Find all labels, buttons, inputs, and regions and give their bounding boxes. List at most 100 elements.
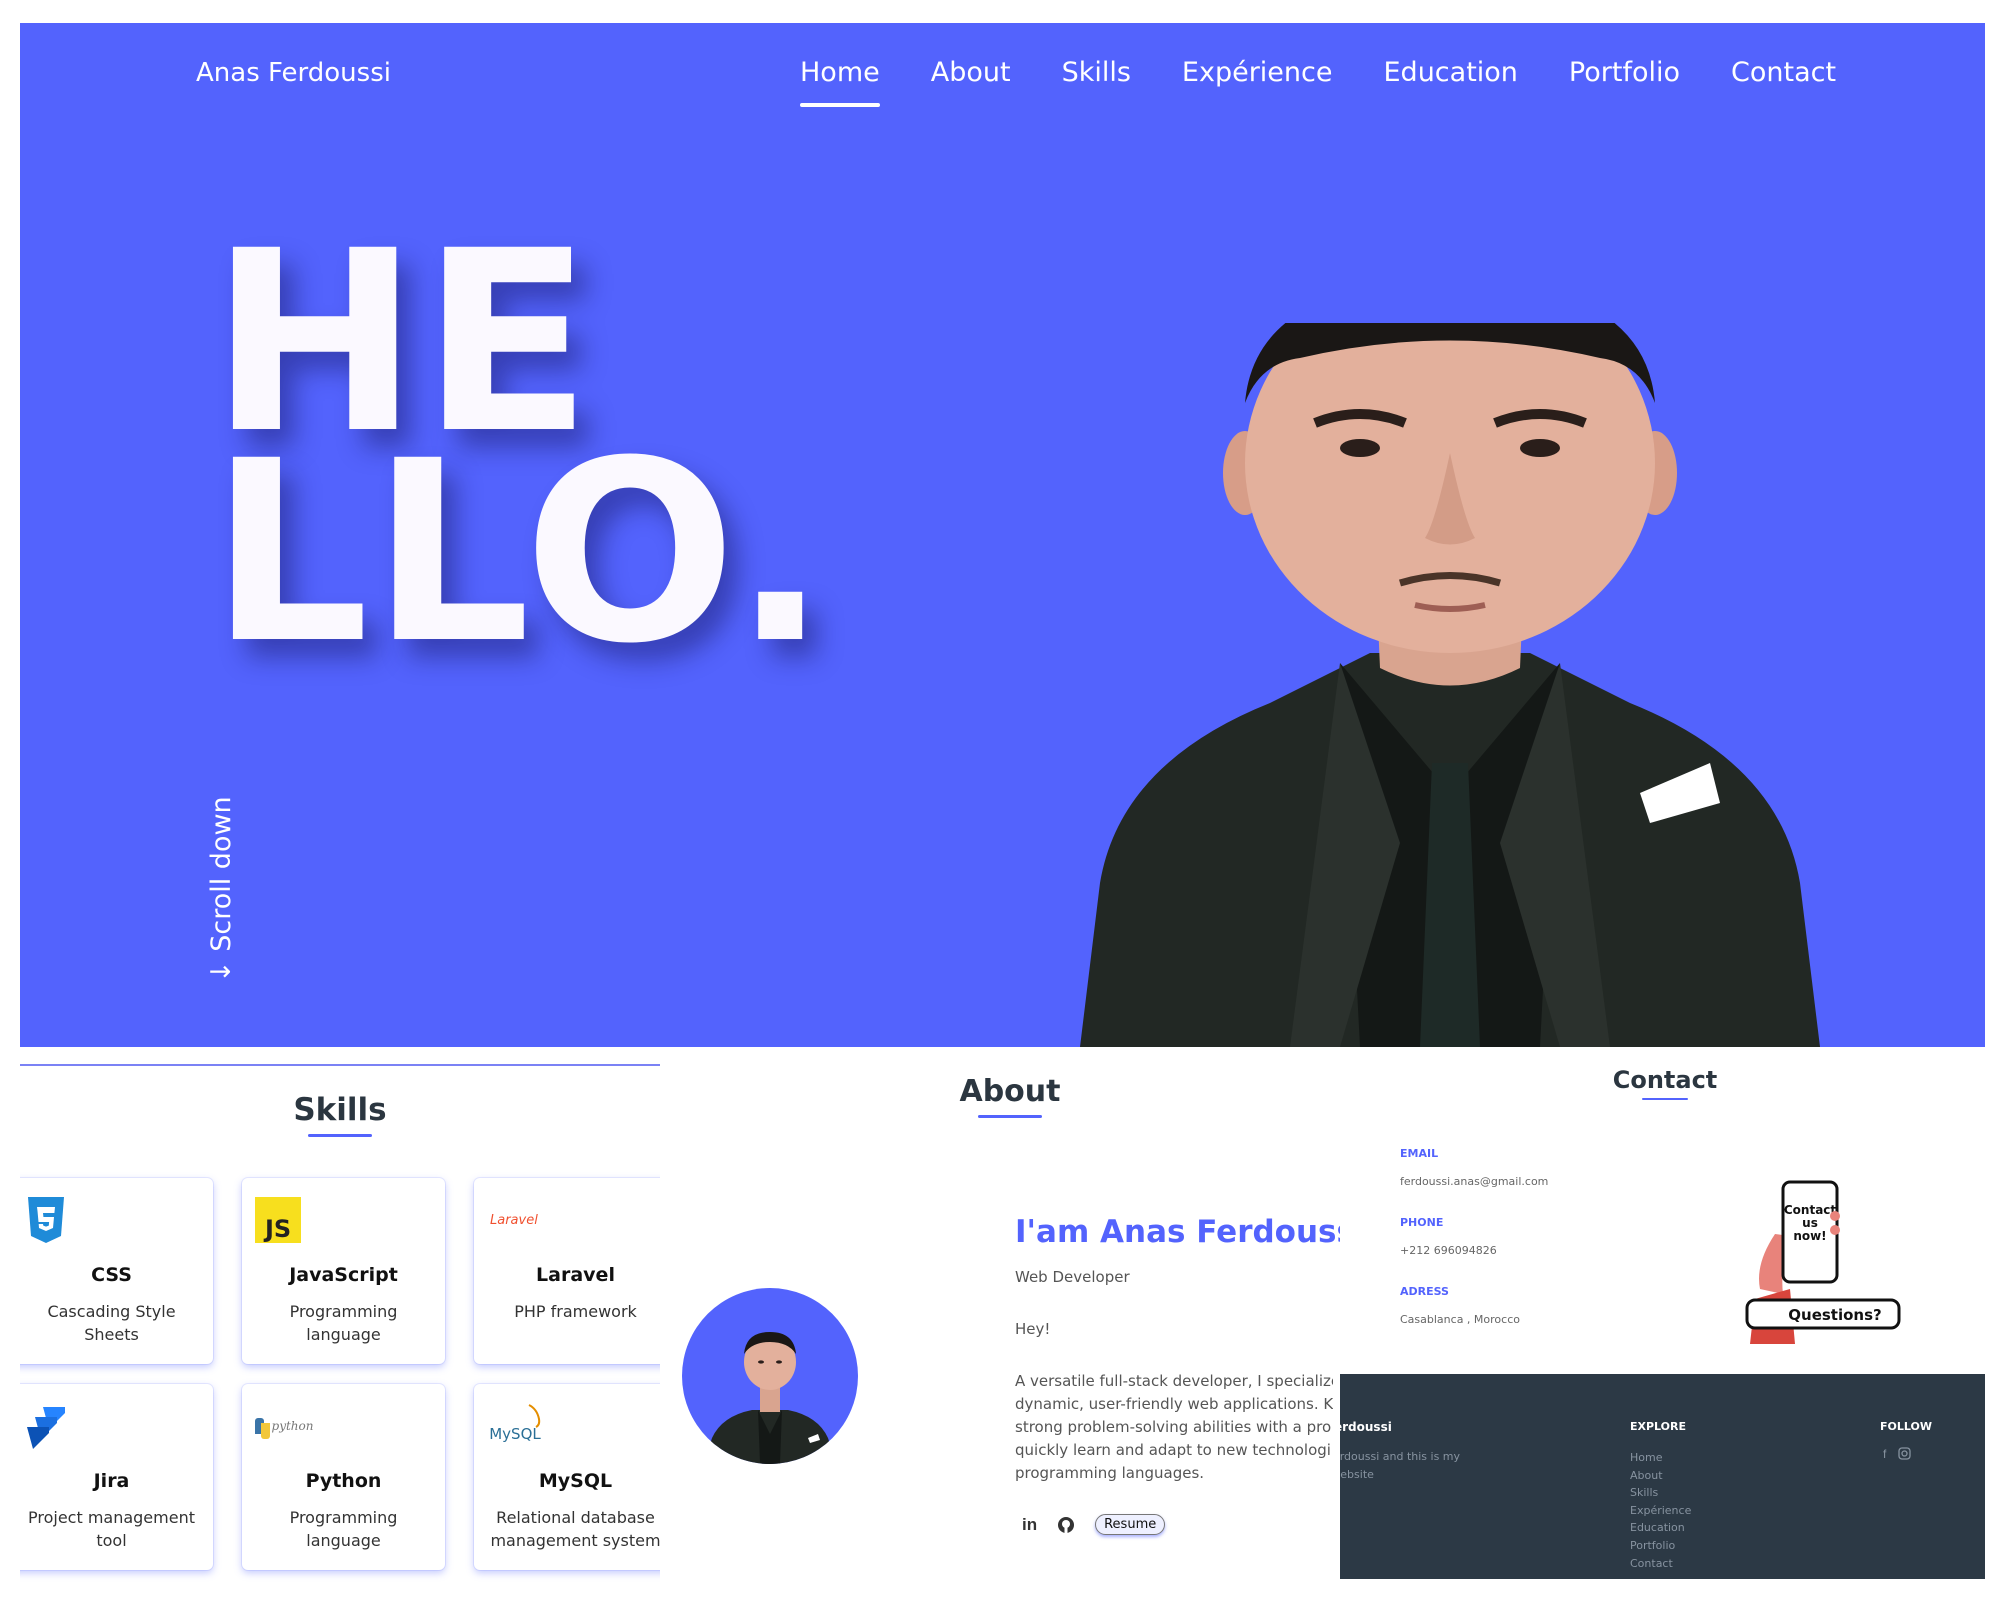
- scroll-down-link[interactable]: ↓ Scroll down: [206, 796, 237, 983]
- python-icon: python: [254, 1402, 314, 1450]
- jira-icon: [22, 1402, 70, 1450]
- skill-desc: Project management tool: [27, 1508, 195, 1550]
- github-icon[interactable]: [1057, 1516, 1075, 1534]
- javascript-icon: JS: [254, 1196, 302, 1244]
- hero-section: Anas Ferdoussi Home About Skills Expérie…: [20, 23, 1985, 1047]
- nav-skills[interactable]: Skills: [1062, 57, 1131, 88]
- skill-name: CSS: [91, 1264, 132, 1286]
- about-role: Web Developer: [1015, 1268, 1130, 1286]
- about-description: A versatile full-stack developer, I spec…: [1015, 1370, 1333, 1490]
- address-value: Casablanca , Morocco: [1400, 1313, 1520, 1326]
- contact-title-underline: [1642, 1098, 1688, 1100]
- skill-desc: Programming language: [289, 1302, 398, 1344]
- footer-desc-line: al website: [1340, 1468, 1374, 1481]
- about-avatar: [682, 1288, 858, 1464]
- skill-desc: Relational database management system: [490, 1508, 660, 1550]
- laravel-logo-text: Laravel: [490, 1212, 538, 1228]
- skill-name: Laravel: [536, 1264, 615, 1286]
- about-line: dynamic, user-friendly web applications.…: [1015, 1395, 1333, 1413]
- email-value[interactable]: ferdoussi.anas@gmail.com: [1400, 1175, 1548, 1188]
- skill-desc: Programming language: [289, 1508, 398, 1550]
- css3-icon: [22, 1196, 70, 1244]
- skill-card-mysql[interactable]: MySQL MySQL Relational database manageme…: [474, 1384, 660, 1570]
- about-social-links: in Resume: [1022, 1514, 1166, 1535]
- nav-contact[interactable]: Contact: [1731, 57, 1836, 88]
- about-heading: About: [950, 1074, 1070, 1118]
- contact-section: Contact EMAIL ferdoussi.anas@gmail.com P…: [1340, 1064, 1985, 1374]
- about-section: About I'am Anas Ferdoussi Web Developer …: [660, 1064, 1340, 1594]
- skill-name: Jira: [93, 1470, 130, 1492]
- footer-description: s Ferdoussi and this is my al website: [1340, 1448, 1518, 1484]
- illustration-text-contact: Contact: [1784, 1203, 1837, 1217]
- illustration-bubble-text: Questions?: [1788, 1306, 1881, 1324]
- footer-explore-links: Home About Skills Expérience Education P…: [1630, 1449, 1691, 1572]
- about-line: strong problem-solving abilities with a …: [1015, 1418, 1332, 1436]
- skill-card-jira[interactable]: Jira Project management tool: [20, 1384, 213, 1570]
- skills-heading: Skills: [20, 1092, 660, 1137]
- footer-link-education[interactable]: Education: [1630, 1519, 1691, 1537]
- brand-name[interactable]: Anas Ferdoussi: [196, 58, 391, 88]
- about-line: programming languages.: [1015, 1464, 1205, 1482]
- instagram-icon[interactable]: [1898, 1447, 1911, 1460]
- skills-section: Skills CSS Cascading Style Sheets JS Jav…: [20, 1064, 660, 1594]
- phone-label: PHONE: [1400, 1216, 1444, 1229]
- svg-text:JS: JS: [263, 1215, 291, 1243]
- about-greeting: Hey!: [1015, 1320, 1051, 1338]
- footer-link-home[interactable]: Home: [1630, 1449, 1691, 1467]
- footer-social-links: f: [1883, 1447, 1911, 1461]
- nav-portfolio[interactable]: Portfolio: [1569, 57, 1680, 88]
- hero-headline-line2: LLO.: [210, 407, 830, 698]
- skill-card-css[interactable]: CSS Cascading Style Sheets: [20, 1178, 213, 1364]
- footer-follow-title: FOLLOW: [1880, 1420, 1932, 1433]
- nav-about[interactable]: About: [931, 57, 1011, 88]
- nav-home[interactable]: Home: [800, 57, 880, 107]
- contact-heading: Contact: [1605, 1066, 1725, 1100]
- address-label: ADRESS: [1400, 1285, 1449, 1298]
- footer-brand: erdoussi: [1340, 1420, 1392, 1434]
- about-name: I'am Anas Ferdoussi: [1015, 1214, 1340, 1250]
- skill-name: MySQL: [538, 1470, 613, 1492]
- about-line: A versatile full-stack developer, I spec…: [1015, 1372, 1333, 1390]
- skill-name: Python: [305, 1470, 382, 1492]
- skill-card-python[interactable]: python Python Programming language: [242, 1384, 445, 1570]
- skill-card-laravel[interactable]: Laravel Laravel PHP framework: [474, 1178, 660, 1364]
- skills-title: Skills: [293, 1092, 387, 1128]
- skills-top-divider: [20, 1064, 660, 1066]
- skill-card-javascript[interactable]: JS JavaScript Programming language: [242, 1178, 445, 1364]
- about-line: quickly learn and adapt to new technolog…: [1015, 1441, 1331, 1459]
- nav-education[interactable]: Education: [1384, 57, 1518, 88]
- footer-desc-line: s Ferdoussi and this is my: [1340, 1450, 1461, 1463]
- about-title: About: [959, 1074, 1061, 1109]
- contact-title: Contact: [1612, 1066, 1718, 1094]
- skills-title-underline: [308, 1134, 372, 1137]
- contact-us-illustration: Contact us now! Questions?: [1745, 1180, 1901, 1344]
- footer-explore-title: EXPLORE: [1630, 1420, 1687, 1433]
- skills-grid: CSS Cascading Style Sheets JS JavaScript…: [20, 1178, 660, 1570]
- hero-headline: HE LLO.: [210, 218, 830, 698]
- resume-button[interactable]: Resume: [1095, 1514, 1166, 1535]
- footer-link-about[interactable]: About: [1630, 1467, 1691, 1485]
- main-nav: Home About Skills Expérience Education P…: [800, 57, 1836, 107]
- hero-portrait-photo: [1080, 323, 1820, 1047]
- linkedin-icon[interactable]: in: [1022, 1515, 1037, 1535]
- nav-experience[interactable]: Expérience: [1182, 57, 1333, 88]
- footer-link-contact[interactable]: Contact: [1630, 1555, 1691, 1573]
- python-logo-text: python: [271, 1419, 314, 1433]
- laravel-icon: Laravel: [490, 1196, 560, 1244]
- skill-name: JavaScript: [289, 1264, 398, 1286]
- mysql-icon: MySQL: [486, 1402, 546, 1450]
- skill-desc: Cascading Style Sheets: [47, 1302, 176, 1344]
- footer-link-portfolio[interactable]: Portfolio: [1630, 1537, 1691, 1555]
- site-footer: erdoussi s Ferdoussi and this is my al w…: [1340, 1374, 1985, 1579]
- phone-value[interactable]: +212 696094826: [1400, 1244, 1497, 1257]
- about-title-underline: [978, 1115, 1042, 1118]
- avatar-photo: [704, 1332, 836, 1464]
- facebook-icon[interactable]: f: [1883, 1447, 1886, 1461]
- footer-link-experience[interactable]: Expérience: [1630, 1502, 1691, 1520]
- footer-link-skills[interactable]: Skills: [1630, 1484, 1691, 1502]
- skill-desc: PHP framework: [514, 1302, 637, 1321]
- page: Anas Ferdoussi Home About Skills Expérie…: [0, 0, 2000, 1600]
- illustration-text-us: us: [1802, 1216, 1818, 1230]
- illustration-text-now: now!: [1793, 1229, 1826, 1243]
- email-label: EMAIL: [1400, 1147, 1439, 1160]
